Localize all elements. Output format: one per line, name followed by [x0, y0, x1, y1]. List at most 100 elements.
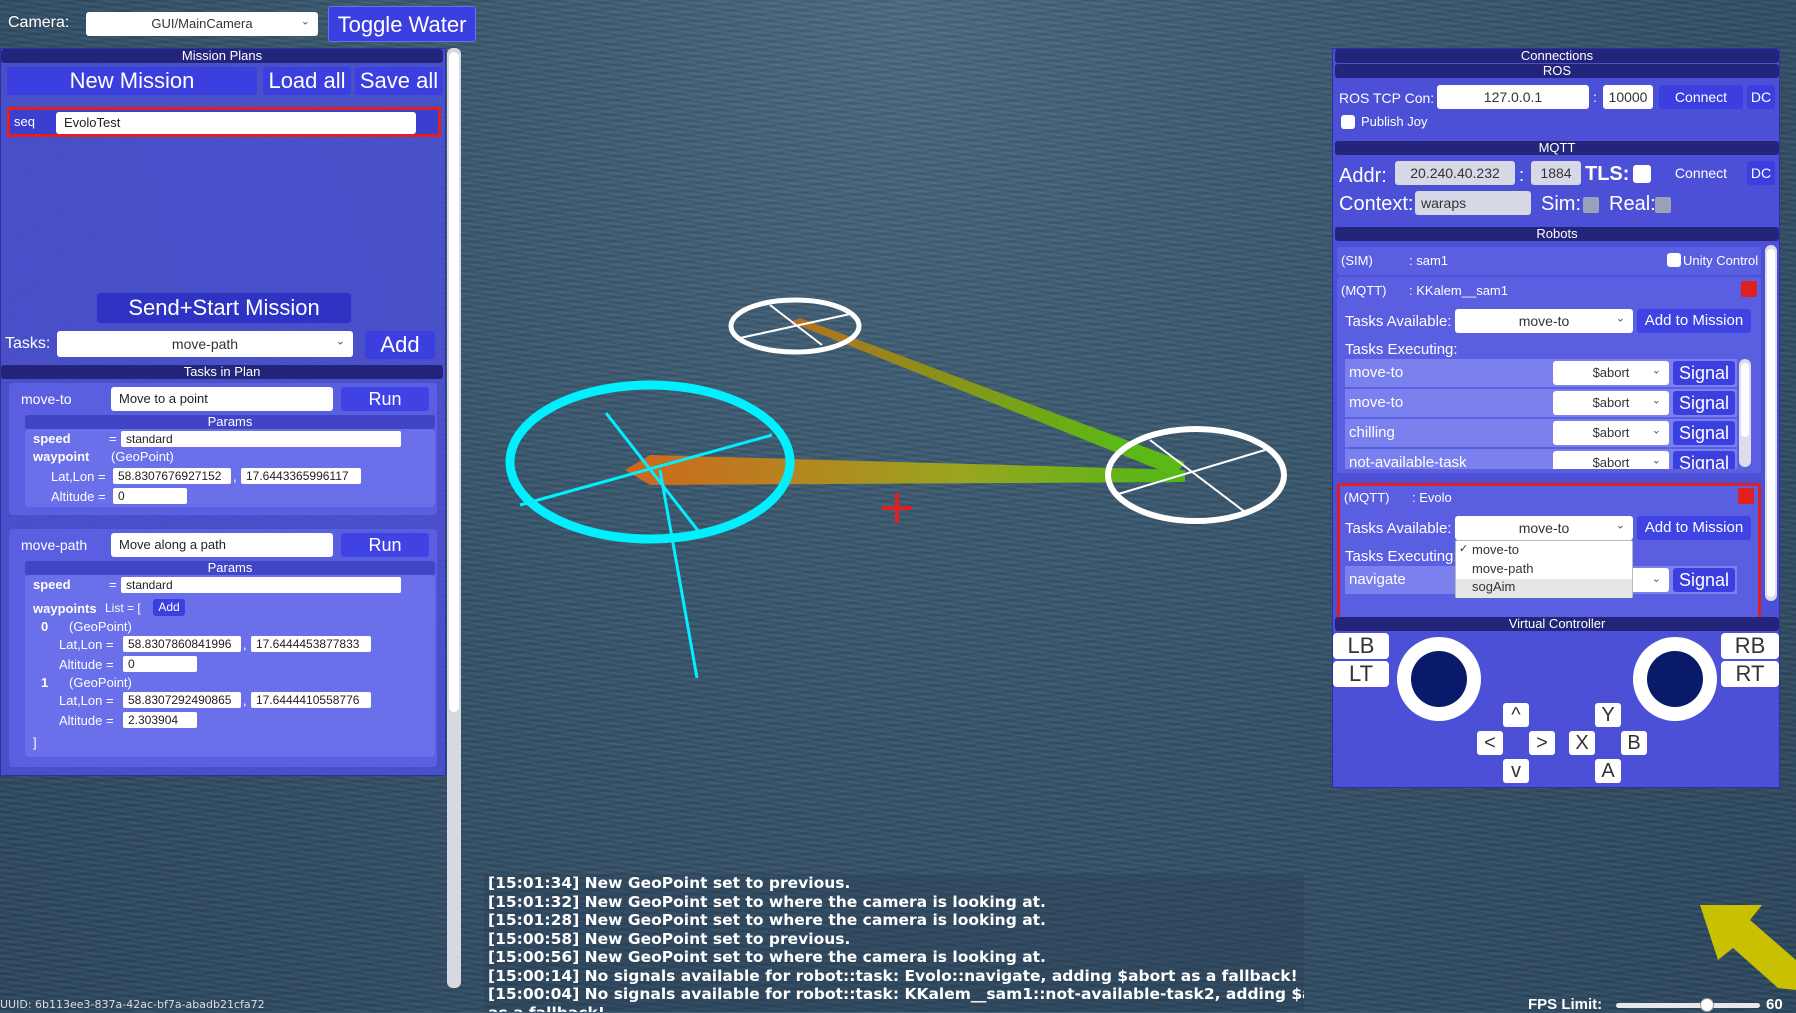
signal-button[interactable]: Signal: [1673, 568, 1735, 592]
mqtt-addr-input[interactable]: 20.240.40.232: [1395, 161, 1515, 185]
lb-button[interactable]: LB: [1333, 633, 1389, 659]
dpad-left-button[interactable]: <: [1477, 731, 1503, 755]
dpad-up-button[interactable]: ^: [1503, 703, 1529, 727]
mqtt-port-input[interactable]: 1884: [1531, 161, 1581, 185]
b-button[interactable]: B: [1621, 731, 1647, 755]
signal-select[interactable]: $abort ⌄: [1553, 361, 1669, 385]
chevron-down-icon: ⌄: [300, 15, 310, 28]
context-input[interactable]: waraps: [1415, 191, 1531, 215]
params-title: Params: [25, 415, 435, 429]
scrollbar-thumb[interactable]: [449, 52, 459, 712]
chevron-down-icon: ⌄: [1651, 573, 1661, 586]
robot-status-indicator[interactable]: [1741, 281, 1757, 297]
robots-scrollbar[interactable]: [1765, 245, 1777, 601]
equals-label: =: [109, 577, 117, 592]
signal-button[interactable]: Signal: [1673, 421, 1735, 445]
robot-status-indicator[interactable]: [1738, 488, 1754, 504]
equals-label: =: [109, 431, 117, 446]
signal-button[interactable]: Signal: [1673, 361, 1735, 385]
latitude-input[interactable]: 58.8307860841996: [123, 636, 241, 652]
signal-button[interactable]: Signal: [1673, 451, 1735, 469]
signal-select[interactable]: $abort ⌄: [1553, 421, 1669, 445]
right-joystick[interactable]: [1633, 637, 1717, 721]
tls-checkbox[interactable]: [1633, 165, 1651, 183]
slider-knob[interactable]: [1699, 998, 1714, 1012]
unity-control-checkbox[interactable]: [1667, 253, 1681, 267]
signal-button[interactable]: Signal: [1673, 391, 1735, 415]
fps-limit-slider[interactable]: [1616, 998, 1760, 1012]
tasks-select[interactable]: move-path ⌄: [57, 331, 353, 357]
speed-input[interactable]: standard: [121, 577, 401, 593]
mqtt-connect-button[interactable]: Connect: [1661, 161, 1741, 185]
params-box: speed = standard waypoint (GeoPoint) Lat…: [25, 429, 435, 507]
a-button[interactable]: A: [1595, 759, 1621, 783]
tasks-available-select[interactable]: move-to ⌄: [1455, 516, 1633, 540]
y-button[interactable]: Y: [1595, 703, 1621, 727]
exec-task-name: move-to: [1349, 364, 1404, 381]
left-joystick[interactable]: [1397, 637, 1481, 721]
waypoint-index: 0: [41, 619, 49, 634]
altitude-label: Altitude =: [59, 657, 114, 672]
longitude-input[interactable]: 17.6443365996117: [241, 468, 361, 484]
task-description-input[interactable]: Move along a path: [111, 533, 333, 557]
dpad-down-button[interactable]: v: [1503, 759, 1529, 783]
speed-input[interactable]: standard: [121, 431, 401, 447]
add-to-mission-button[interactable]: Add to Mission: [1637, 516, 1751, 540]
new-mission-button[interactable]: New Mission: [7, 67, 257, 95]
latitude-input[interactable]: 58.8307292490865: [123, 692, 241, 708]
list-item: move-to $abort ⌄ Signal: [1345, 389, 1737, 417]
sim-checkbox[interactable]: [1583, 197, 1599, 213]
ros-port-input[interactable]: 10000: [1603, 85, 1653, 109]
latitude-input[interactable]: 58.8307676927152: [113, 468, 231, 484]
mission-panel-scrollbar[interactable]: [447, 48, 461, 988]
tls-label: TLS:: [1585, 163, 1630, 185]
dropdown-item-move-path[interactable]: move-path: [1472, 561, 1630, 579]
mission-seq-row[interactable]: seq EvoloTest: [7, 107, 441, 137]
toggle-water-button[interactable]: Toggle Water: [328, 6, 476, 42]
altitude-label: Altitude =: [59, 713, 114, 728]
altitude-input[interactable]: 0: [113, 488, 187, 504]
run-task-button[interactable]: Run: [341, 533, 429, 557]
rt-button[interactable]: RT: [1721, 661, 1779, 687]
tasks-available-select[interactable]: move-to ⌄: [1455, 309, 1633, 333]
ros-title: ROS: [1335, 64, 1779, 78]
publish-joy-checkbox[interactable]: [1341, 115, 1355, 129]
joystick-knob[interactable]: [1411, 651, 1467, 707]
altitude-input[interactable]: 0: [123, 656, 197, 672]
mission-name-input[interactable]: EvoloTest: [56, 112, 416, 134]
add-waypoint-button[interactable]: Add: [153, 599, 185, 616]
send-start-mission-button[interactable]: Send+Start Mission: [97, 293, 351, 323]
robot-kkalem-sam1: (MQTT) : KKalem__sam1 Tasks Available: m…: [1337, 277, 1761, 473]
robot-evolo[interactable]: (MQTT) : Evolo Tasks Available: move-to …: [1337, 483, 1761, 625]
ros-ip-input[interactable]: 127.0.0.1: [1437, 85, 1589, 109]
run-task-button[interactable]: Run: [341, 387, 429, 411]
camera-select[interactable]: GUI/MainCamera ⌄: [86, 12, 318, 36]
scrollbar-thumb[interactable]: [1741, 363, 1749, 437]
mqtt-dc-button[interactable]: DC: [1747, 161, 1775, 185]
joystick-knob[interactable]: [1647, 651, 1703, 707]
save-all-button[interactable]: Save all: [355, 67, 443, 95]
altitude-input[interactable]: 2.303904: [123, 712, 197, 728]
lt-button[interactable]: LT: [1333, 661, 1389, 687]
x-button[interactable]: X: [1569, 731, 1595, 755]
rb-button[interactable]: RB: [1721, 633, 1779, 659]
signal-select[interactable]: $abort ⌄: [1553, 451, 1669, 469]
real-checkbox[interactable]: [1655, 197, 1671, 213]
dpad-right-button[interactable]: >: [1529, 731, 1555, 755]
ros-connect-button[interactable]: Connect: [1659, 85, 1743, 109]
chevron-down-icon: ⌄: [1651, 424, 1661, 437]
load-all-button[interactable]: Load all: [263, 67, 351, 95]
scrollbar-thumb[interactable]: [1767, 249, 1775, 597]
add-task-button[interactable]: Add: [365, 331, 435, 359]
tasks-executing-label: Tasks Executing:: [1345, 341, 1458, 358]
add-to-mission-button[interactable]: Add to Mission: [1637, 309, 1751, 333]
longitude-input[interactable]: 17.6444453877833: [251, 636, 371, 652]
longitude-input[interactable]: 17.6444410558776: [251, 692, 371, 708]
task-description-input[interactable]: Move to a point: [111, 387, 333, 411]
ros-dc-button[interactable]: DC: [1747, 85, 1775, 109]
signal-select[interactable]: $abort ⌄: [1553, 391, 1669, 415]
dropdown-item-move-to[interactable]: move-to: [1472, 542, 1630, 560]
dropdown-item-sogaim[interactable]: sogAim: [1456, 579, 1632, 598]
list-item: move-to $abort ⌄ Signal: [1345, 359, 1737, 387]
exec-list-scrollbar[interactable]: [1739, 359, 1751, 467]
